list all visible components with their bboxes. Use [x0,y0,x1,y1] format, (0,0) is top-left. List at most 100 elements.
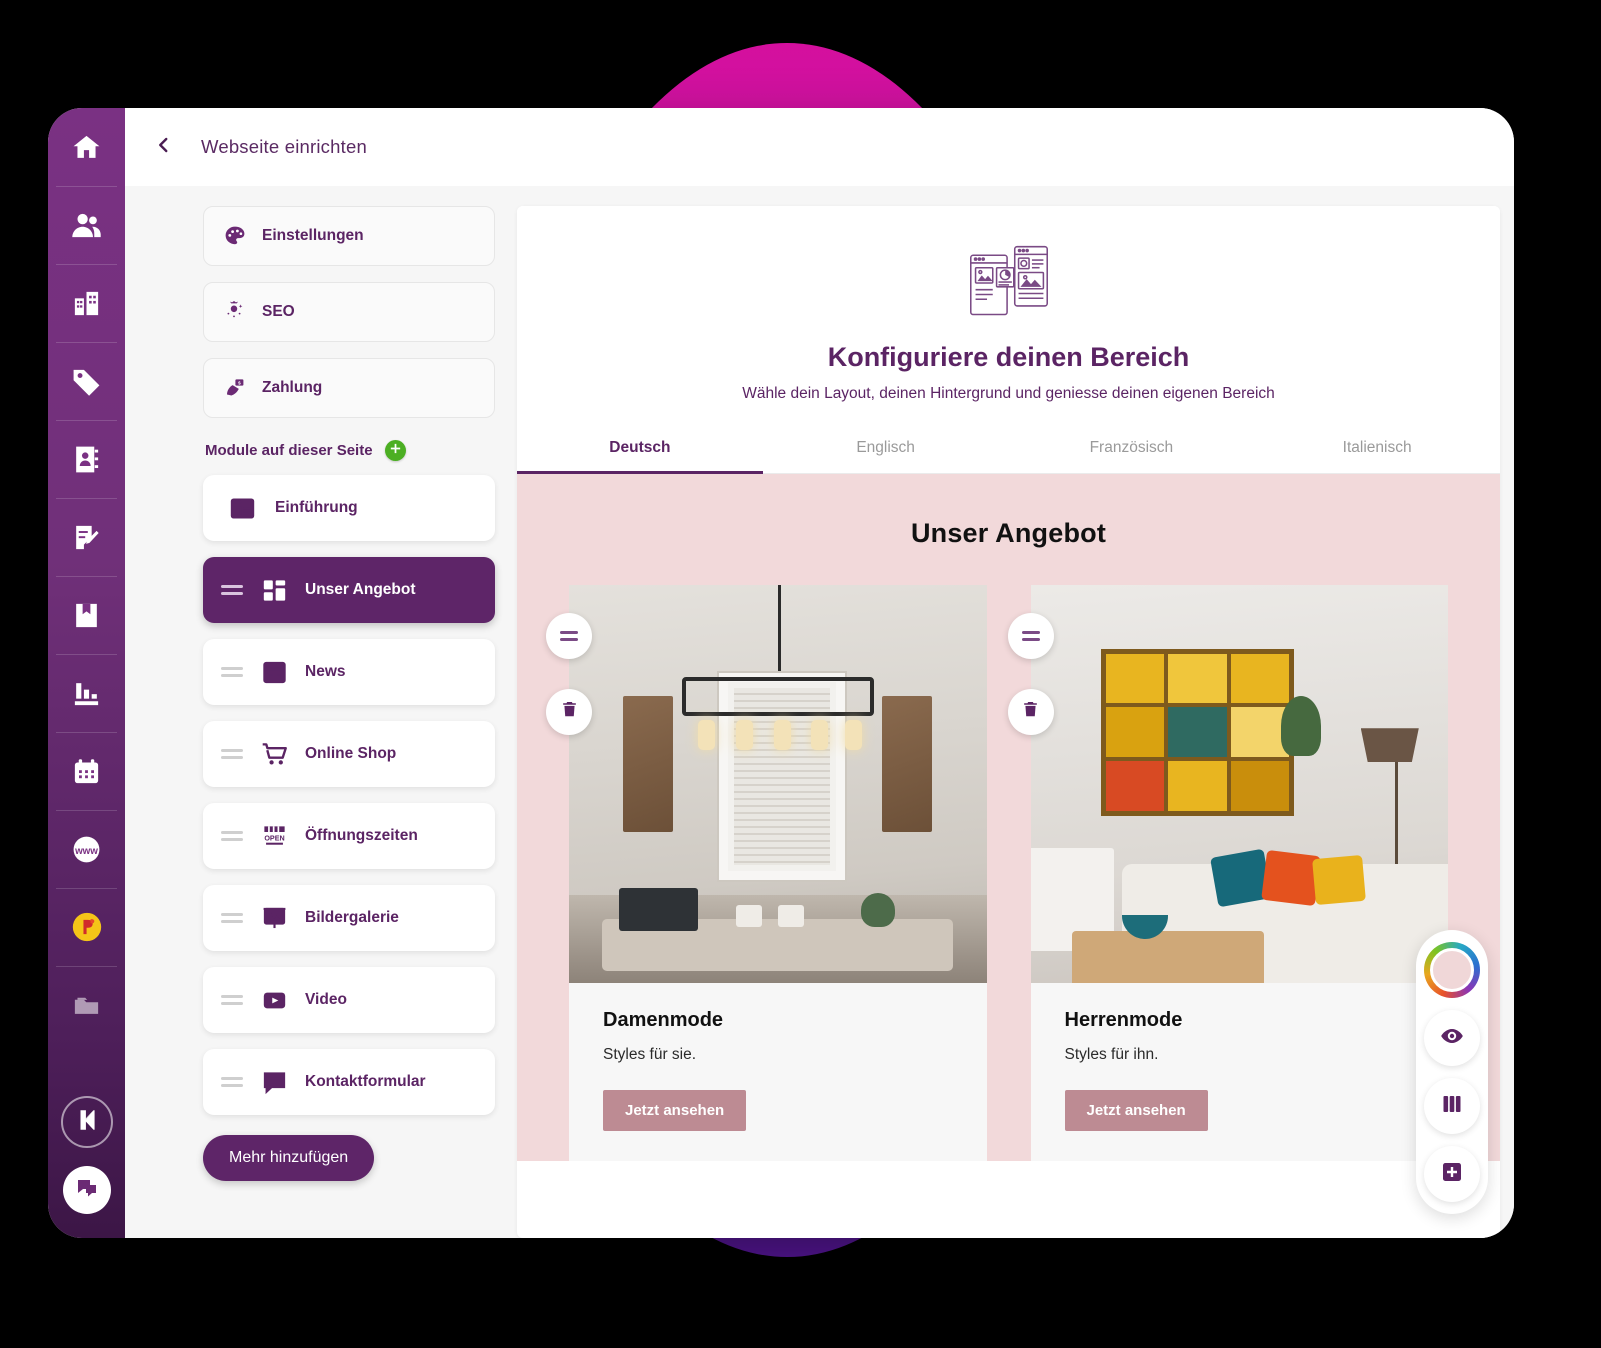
support-chat-button[interactable] [62,1166,111,1214]
module-item-label: Öffnungszeiten [305,827,418,844]
drag-handle-icon[interactable] [221,913,243,923]
rail-item-contacts[interactable] [48,186,125,264]
module-item-bildergalerie[interactable]: Bildergalerie [203,885,495,951]
rail-item-calendar[interactable] [48,732,125,810]
product-card-damenmode[interactable]: Damenmode Styles für sie. Jetzt ansehen [546,585,987,1161]
intro-card-icon [227,494,257,522]
chevron-left-icon [155,136,173,159]
card-delete-button[interactable] [546,689,592,735]
left-icon-rail: www [48,108,125,1238]
drag-handle-icon[interactable] [221,1077,243,1087]
tab-italienisch[interactable]: Italienisch [1254,429,1500,473]
product-cta-button[interactable]: Jetzt ansehen [603,1090,747,1131]
grid-blocks-icon [259,576,289,604]
sidebar-item-seo[interactable]: SEO [203,282,495,342]
product-image [1030,585,1448,983]
rail-item-company[interactable] [48,264,125,342]
tab-englisch[interactable]: Englisch [763,429,1009,473]
sidebar-item-einstellungen[interactable]: Einstellungen [203,206,495,266]
rail-item-website[interactable]: www [48,810,125,888]
folder-icon [71,990,102,1021]
chat-bubbles-icon [75,1176,99,1205]
sidebar-item-label: SEO [262,303,295,320]
svg-text:$: $ [238,380,241,385]
tag-icon [71,366,102,397]
product-image [569,585,987,983]
drag-handle-icon[interactable] [221,831,243,841]
color-wheel-icon [1430,948,1474,992]
svg-text:OPEN: OPEN [264,833,284,842]
product-cta-button[interactable]: Jetzt ansehen [1064,1090,1208,1131]
columns-layout-button[interactable] [1424,1078,1480,1134]
brand-logo[interactable] [60,1096,113,1148]
rail-item-home[interactable] [48,108,125,186]
module-item-video[interactable]: Video [203,967,495,1033]
preview-header: Konfiguriere deinen Bereich Wähle dein L… [517,206,1500,403]
rail-item-products[interactable] [48,342,125,420]
sidebar-item-label: Zahlung [262,379,323,396]
payment-terminal-icon: $ [222,375,248,401]
rail-item-addressbook[interactable] [48,420,125,498]
module-item-label: News [305,663,346,680]
product-card-body: Damenmode Styles für sie. Jetzt ansehen [569,983,987,1161]
rail-item-payments[interactable] [48,888,125,966]
rail-item-files[interactable] [48,966,125,1044]
module-item-einfuehrung[interactable]: Einführung [203,475,495,541]
sidebar-item-zahlung[interactable]: $ Zahlung [203,358,495,418]
card-delete-button[interactable] [1007,689,1054,735]
add-module-button[interactable] [384,440,406,461]
product-title: Herrenmode [1064,1009,1183,1031]
building-icon [71,288,102,319]
image-gallery-icon [259,904,289,932]
card-drag-button[interactable] [1007,613,1054,659]
svg-text:www: www [74,845,98,856]
tab-franzoesisch[interactable]: Französisch [1009,429,1255,473]
module-item-oeffnungszeiten[interactable]: OPEN Öffnungszeiten [203,803,495,869]
sidebar-item-label: Einstellungen [262,227,364,244]
drag-handle-icon[interactable] [221,585,243,595]
module-item-unser-angebot[interactable]: Unser Angebot [203,557,495,623]
color-picker-button[interactable] [1424,942,1480,998]
drag-handle-icon[interactable] [221,667,243,677]
product-card-herrenmode[interactable]: Herrenmode Styles für ihn. Jetzt ansehen [1007,585,1448,1161]
rail-item-reports[interactable] [48,654,125,732]
clipboard-edit-icon [71,522,102,553]
columns-icon [1440,1092,1464,1121]
card-drag-button[interactable] [546,613,592,659]
drag-handle-icon [1021,631,1040,641]
addressbook-icon [71,444,102,475]
rail-item-catalog[interactable] [48,576,125,654]
trash-icon [560,700,579,724]
product-description: Styles für ihn. [1064,1046,1159,1063]
plus-circle-icon [389,442,402,460]
stage: www Webseite einrichten Einstellungen SE… [0,0,1601,1348]
plus-square-icon [1440,1160,1464,1189]
add-more-button[interactable]: Mehr hinzufügen [203,1135,375,1181]
drag-handle-icon[interactable] [221,995,243,1005]
speech-form-icon [259,1068,289,1096]
language-tabs: Deutsch Englisch Französisch Italienisch [517,429,1500,474]
drag-handle-icon[interactable] [221,749,243,759]
module-item-online-shop[interactable]: Online Shop [203,721,495,787]
shopping-cart-icon [259,740,289,768]
preview-subtitle: Wähle dein Layout, deinen Hintergrund un… [742,385,1275,402]
modules-section-title: Module auf dieser Seite [205,442,373,459]
site-section-title: Unser Angebot [910,518,1107,548]
preview-toggle-button[interactable] [1424,1010,1480,1066]
module-item-label: Online Shop [305,745,397,762]
palette-icon [222,223,248,249]
eye-icon [1440,1024,1464,1053]
module-item-kontaktformular[interactable]: Kontaktformular [203,1049,495,1115]
drag-handle-icon [560,631,578,641]
home-icon [71,132,102,163]
calendar-icon [71,756,102,787]
module-item-label: Unser Angebot [305,581,416,598]
back-button[interactable] [151,134,177,160]
module-sidebar: Einstellungen SEO $ Zahlung Module auf d… [125,206,517,1238]
rail-item-tasks[interactable] [48,498,125,576]
module-item-news[interactable]: News [203,639,495,705]
chart-icon [71,678,102,709]
tab-deutsch[interactable]: Deutsch [517,429,763,474]
add-block-button[interactable] [1424,1146,1480,1202]
newspaper-icon [259,658,289,686]
